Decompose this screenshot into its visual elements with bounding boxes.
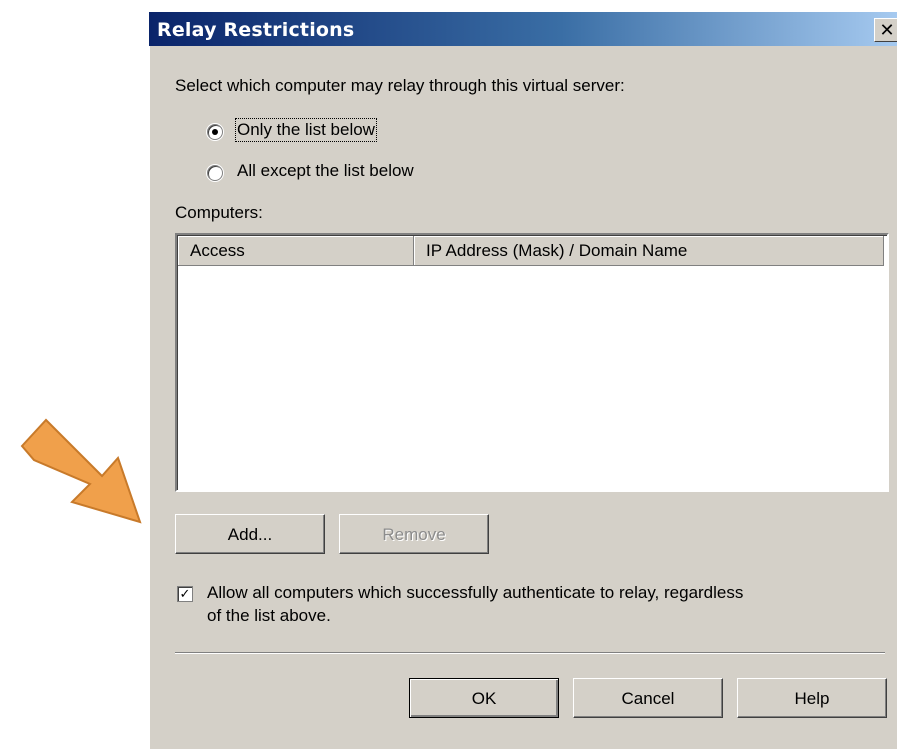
close-icon: ✕ bbox=[879, 20, 895, 40]
close-button[interactable]: ✕ bbox=[874, 18, 897, 42]
radio-all-except-label[interactable]: All except the list below bbox=[237, 161, 414, 181]
dialog-title: Relay Restrictions bbox=[157, 19, 355, 41]
title-bar: Relay Restrictions ✕ bbox=[149, 12, 897, 46]
radio-only-list[interactable] bbox=[207, 124, 223, 140]
separator-line bbox=[175, 652, 885, 654]
arrow-right-icon bbox=[20, 418, 142, 524]
add-button[interactable]: Add... bbox=[175, 514, 325, 554]
relay-restrictions-dialog: Relay Restrictions ✕ Select which comput… bbox=[148, 12, 897, 749]
column-header-ip-address[interactable]: IP Address (Mask) / Domain Name bbox=[414, 236, 884, 266]
remove-button[interactable]: Remove bbox=[339, 514, 489, 554]
computers-list[interactable]: Access IP Address (Mask) / Domain Name bbox=[175, 233, 889, 492]
allow-authenticated-label-line1[interactable]: Allow all computers which successfully a… bbox=[207, 583, 743, 603]
radio-only-list-label[interactable]: Only the list below bbox=[235, 118, 377, 142]
instruction-text: Select which computer may relay through … bbox=[175, 76, 625, 95]
column-header-access[interactable]: Access bbox=[178, 236, 414, 266]
radio-all-except[interactable] bbox=[207, 165, 223, 181]
allow-authenticated-label-line2[interactable]: of the list above. bbox=[207, 606, 331, 626]
check-icon: ✓ bbox=[179, 586, 191, 601]
help-button[interactable]: Help bbox=[737, 678, 887, 718]
computers-label: Computers: bbox=[175, 203, 263, 222]
ok-button[interactable]: OK bbox=[409, 678, 559, 718]
allow-authenticated-checkbox[interactable]: ✓ bbox=[177, 586, 193, 602]
cancel-button[interactable]: Cancel bbox=[573, 678, 723, 718]
